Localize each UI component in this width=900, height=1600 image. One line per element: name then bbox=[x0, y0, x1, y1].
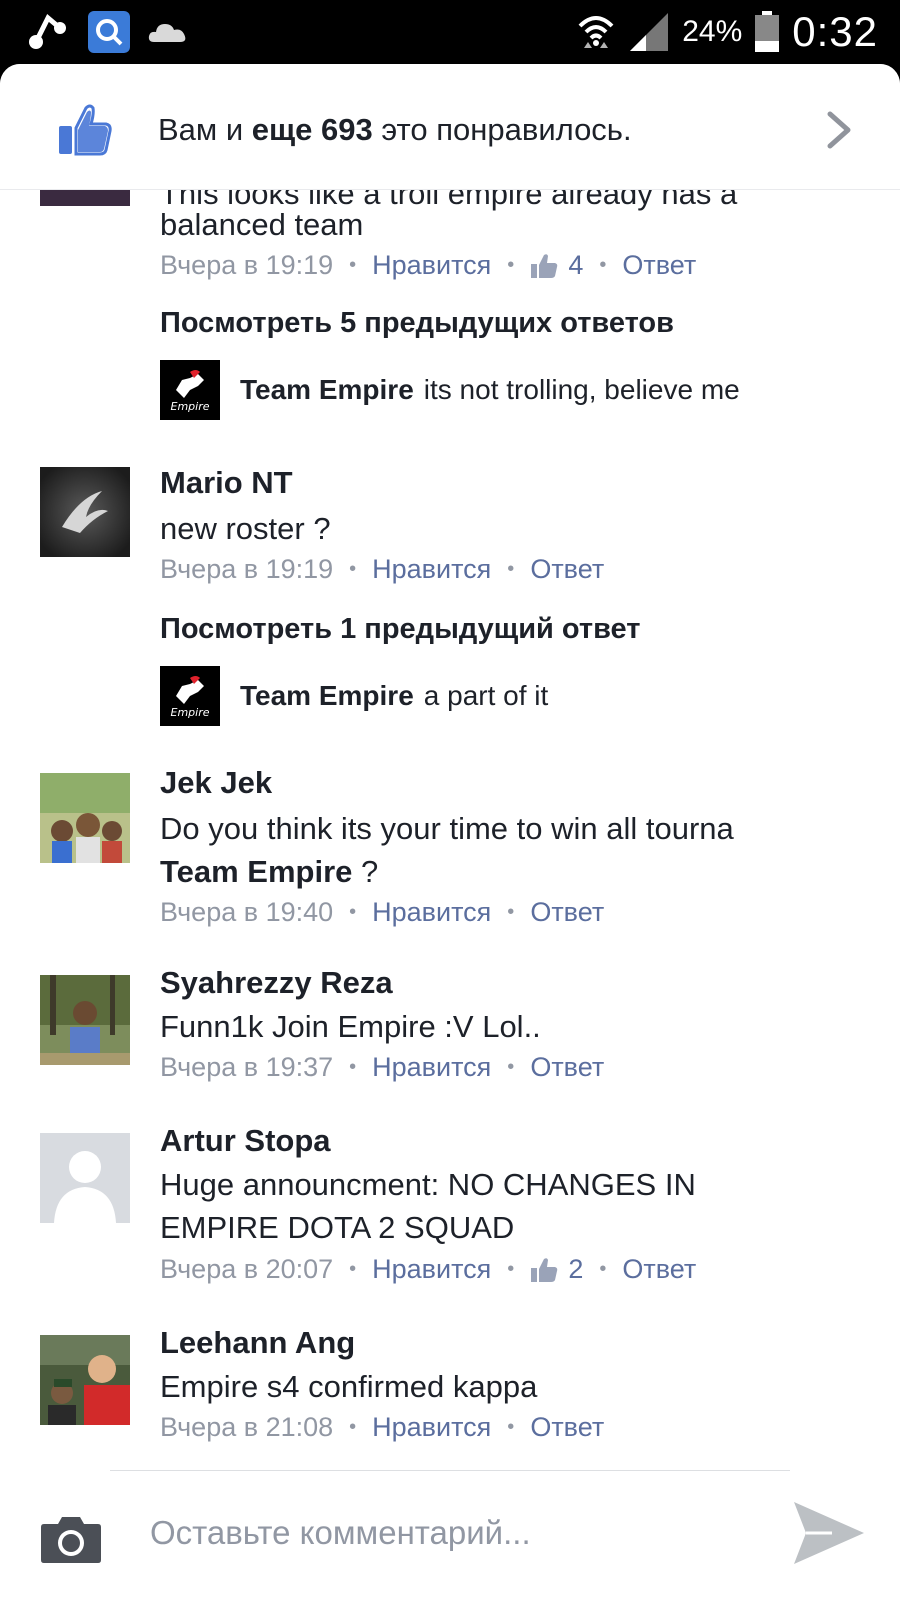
likes-summary-bar[interactable]: Вам и еще 693 это понравилось. bbox=[0, 64, 900, 190]
divider bbox=[110, 1470, 790, 1471]
reply-button[interactable]: Ответ bbox=[530, 554, 604, 585]
reply-button[interactable]: Ответ bbox=[622, 1254, 696, 1285]
comment-meta: Вчера в 19:40 • Нравится • Ответ bbox=[160, 897, 605, 928]
send-icon[interactable] bbox=[792, 1498, 866, 1568]
avatar[interactable] bbox=[40, 975, 130, 1065]
clock: 0:32 bbox=[792, 8, 878, 55]
comment-time: Вчера в 19:37 bbox=[160, 1052, 334, 1082]
comment-meta: Вчера в 19:19 • Нравится • 4 • Ответ bbox=[160, 250, 697, 281]
like-thumb-icon bbox=[59, 104, 112, 156]
comment-author[interactable]: Artur Stopa bbox=[160, 1123, 331, 1159]
comment-time: Вчера в 19:40 bbox=[160, 897, 334, 927]
reply-text: its not trolling, believe me bbox=[423, 374, 740, 405]
comment-author[interactable]: Leehann Ang bbox=[160, 1325, 355, 1361]
comment-author[interactable]: Mario NT bbox=[160, 465, 293, 501]
avatar[interactable] bbox=[40, 1335, 130, 1425]
signal-icon bbox=[630, 13, 669, 51]
like-thumb-icon bbox=[531, 253, 558, 278]
comment-meta: Вчера в 19:37 • Нравится • Ответ bbox=[160, 1052, 605, 1083]
comment-composer bbox=[0, 1470, 900, 1600]
camera-icon[interactable] bbox=[40, 1514, 102, 1564]
cloud-icon bbox=[148, 24, 186, 42]
chevron-right-icon[interactable] bbox=[826, 110, 854, 150]
reply-button[interactable]: Ответ bbox=[530, 1052, 604, 1083]
comment-text: Huge announcment: NO CHANGES IN bbox=[160, 1167, 696, 1202]
reply-button[interactable]: Ответ bbox=[530, 1412, 604, 1443]
view-previous-replies[interactable]: Посмотреть 1 предыдущий ответ bbox=[160, 613, 641, 646]
avatar[interactable] bbox=[40, 773, 130, 863]
reply-author[interactable]: Team Empire bbox=[240, 374, 414, 406]
comment-time: Вчера в 20:07 bbox=[160, 1254, 334, 1284]
comment-time: Вчера в 19:19 bbox=[160, 554, 334, 584]
comment-text: new roster ? bbox=[160, 511, 331, 546]
reply-text: a part of it bbox=[423, 680, 549, 711]
battery-percent: 24% bbox=[682, 15, 743, 48]
avatar[interactable] bbox=[40, 1133, 130, 1223]
comment-text: balanced team bbox=[160, 207, 364, 242]
comment-time: Вчера в 19:19 bbox=[160, 250, 334, 280]
like-button[interactable]: Нравится bbox=[372, 1052, 491, 1083]
like-count[interactable]: 2 bbox=[530, 1254, 583, 1285]
reply-preview[interactable]: Empire Team Empire a part of it bbox=[160, 666, 548, 726]
comment-meta: Вчера в 21:08 • Нравится • Ответ bbox=[160, 1412, 605, 1443]
comment-text-continued: Team Empire ? bbox=[160, 854, 379, 889]
avatar[interactable] bbox=[40, 467, 130, 557]
mention-link[interactable]: Team Empire bbox=[160, 854, 352, 889]
like-button[interactable]: Нравится bbox=[372, 897, 491, 928]
team-empire-avatar[interactable]: Empire bbox=[160, 360, 220, 420]
reply-button[interactable]: Ответ bbox=[530, 897, 604, 928]
team-empire-avatar[interactable]: Empire bbox=[160, 666, 220, 726]
comment-text: Empire s4 confirmed kappa bbox=[160, 1369, 538, 1404]
comment-input[interactable] bbox=[150, 1498, 750, 1568]
comment-text-continued: EMPIRE DOTA 2 SQUAD bbox=[160, 1210, 515, 1245]
comments-panel: Вам и еще 693 это понравилось. This look… bbox=[0, 64, 900, 1600]
like-count[interactable]: 4 bbox=[530, 250, 583, 281]
comment-list: This looks like a troll empire already h… bbox=[0, 64, 900, 1464]
battery-icon bbox=[755, 11, 780, 52]
like-button[interactable]: Нравится bbox=[372, 554, 491, 585]
like-button[interactable]: Нравится bbox=[372, 1254, 491, 1285]
svg-text:Empire: Empire bbox=[171, 400, 210, 413]
search-app-icon bbox=[88, 11, 130, 53]
reply-button[interactable]: Ответ bbox=[622, 250, 696, 281]
comment-text: Do you think its your time to win all to… bbox=[160, 811, 734, 846]
like-button[interactable]: Нравится bbox=[372, 1412, 491, 1443]
likes-summary-text: Вам и еще 693 это понравилось. bbox=[158, 112, 632, 147]
like-button[interactable]: Нравится bbox=[372, 250, 491, 281]
comment-meta: Вчера в 19:19 • Нравится • Ответ bbox=[160, 554, 605, 585]
comment-text: Funn1k Join Empire :V Lol.. bbox=[160, 1009, 541, 1044]
wifi-icon bbox=[578, 16, 614, 48]
view-previous-replies[interactable]: Посмотреть 5 предыдущих ответов bbox=[160, 307, 674, 340]
like-thumb-icon bbox=[531, 1257, 558, 1282]
reply-author[interactable]: Team Empire bbox=[240, 680, 414, 712]
status-bar: 24% 0:32 bbox=[0, 0, 900, 64]
svg-text:Empire: Empire bbox=[171, 706, 210, 719]
music-app-icon bbox=[29, 14, 66, 49]
comment-author[interactable]: Syahrezzy Reza bbox=[160, 965, 393, 1001]
comment-meta: Вчера в 20:07 • Нравится • 2 • Ответ bbox=[160, 1254, 697, 1285]
comment-time: Вчера в 21:08 bbox=[160, 1412, 334, 1442]
comment-author[interactable]: Jek Jek bbox=[160, 765, 272, 801]
reply-preview[interactable]: Empire Team Empire its not trolling, bel… bbox=[160, 360, 740, 420]
